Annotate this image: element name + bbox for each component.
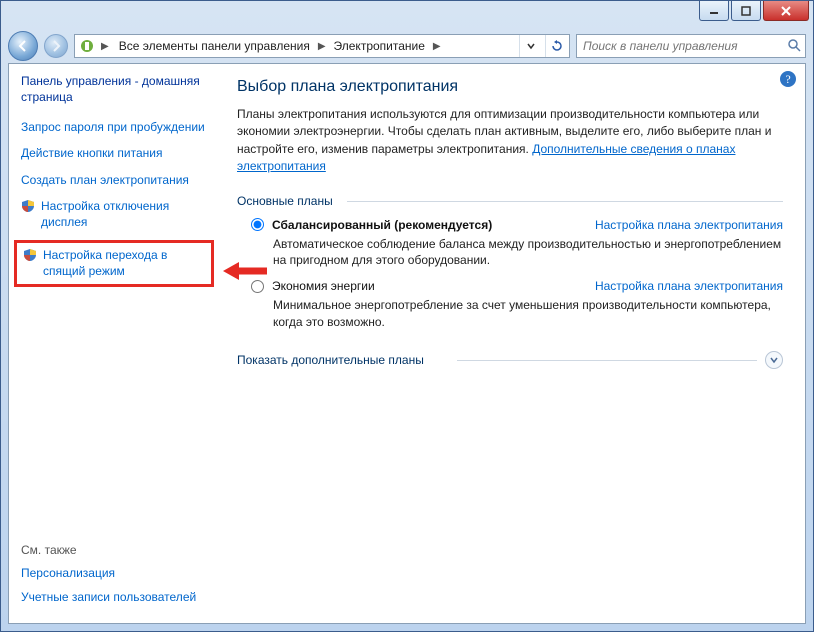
breadcrumb-item-power[interactable]: Электропитание — [330, 37, 429, 55]
expand-additional-plans[interactable]: Показать дополнительные планы — [237, 351, 783, 369]
refresh-button[interactable] — [545, 35, 567, 57]
nav-back-button[interactable] — [8, 31, 38, 61]
svg-text:?: ? — [785, 72, 790, 86]
sidebar-title[interactable]: Панель управления - домашняя страница — [21, 74, 207, 105]
page-title: Выбор плана электропитания — [237, 78, 783, 96]
sidebar-link-power-button[interactable]: Действие кнопки питания — [21, 145, 207, 161]
page-description: Планы электропитания используются для оп… — [237, 106, 783, 176]
plan-balanced-settings-link[interactable]: Настройка плана электропитания — [595, 218, 783, 232]
seealso-heading: См. также — [21, 543, 207, 557]
search-input[interactable] — [581, 38, 787, 54]
plan-balanced-radio[interactable] — [251, 218, 264, 231]
shield-icon — [21, 199, 35, 213]
plan-saver-radio[interactable] — [251, 280, 264, 293]
sidebar-link-create-plan[interactable]: Создать план электропитания — [21, 172, 207, 188]
expand-label: Показать дополнительные планы — [237, 353, 424, 367]
highlighted-sidebar-item: Настройка перехода в спящий режим — [14, 240, 214, 286]
sidebar: Панель управления - домашняя страница За… — [9, 64, 219, 623]
chevron-down-icon — [765, 351, 783, 369]
help-icon[interactable]: ? — [779, 70, 797, 88]
sidebar-link-display-off[interactable]: Настройка отключения дисплея — [41, 198, 207, 230]
chevron-right-icon: ▶ — [99, 41, 111, 52]
titlebar — [1, 1, 813, 29]
shield-icon — [23, 248, 37, 262]
section-main-plans: Основные планы — [237, 194, 783, 208]
navbar: ▶ Все элементы панели управления ▶ Элект… — [8, 29, 806, 63]
chevron-right-icon: ▶ — [431, 41, 443, 52]
address-bar[interactable]: ▶ Все элементы панели управления ▶ Элект… — [74, 34, 570, 58]
maximize-button[interactable] — [731, 1, 761, 21]
plan-saver-desc: Минимальное энергопотребление за счет ум… — [273, 297, 783, 331]
plan-balanced-desc: Автоматическое соблюдение баланса между … — [273, 236, 783, 270]
sidebar-link-wake-password[interactable]: Запрос пароля при пробуждении — [21, 119, 207, 135]
plan-saver-settings-link[interactable]: Настройка плана электропитания — [595, 279, 783, 293]
search-icon — [787, 38, 801, 55]
seealso-personalization[interactable]: Персонализация — [21, 565, 207, 581]
plan-balanced-name: Сбалансированный (рекомендуется) — [272, 218, 492, 232]
seealso-user-accounts[interactable]: Учетные записи пользователей — [21, 589, 207, 605]
content-area: Панель управления - домашняя страница За… — [8, 63, 806, 624]
breadcrumb-item-all[interactable]: Все элементы панели управления — [115, 37, 314, 55]
close-button[interactable] — [763, 1, 809, 21]
plan-saver-name: Экономия энергии — [272, 279, 375, 293]
sidebar-link-sleep-mode[interactable]: Настройка перехода в спящий режим — [43, 247, 205, 279]
plan-saver: Экономия энергии Настройка плана электро… — [251, 279, 783, 331]
chevron-right-icon: ▶ — [316, 41, 328, 52]
breadcrumb: Все элементы панели управления ▶ Электро… — [115, 37, 515, 55]
search-box[interactable] — [576, 34, 806, 58]
main-panel: ? Выбор плана электропитания Планы элект… — [219, 64, 805, 623]
address-dropdown[interactable] — [519, 35, 541, 57]
nav-forward-button[interactable] — [44, 34, 68, 58]
window-frame: ▶ Все элементы панели управления ▶ Элект… — [0, 0, 814, 632]
minimize-button[interactable] — [699, 1, 729, 21]
plan-balanced: Сбалансированный (рекомендуется) Настрой… — [251, 218, 783, 270]
control-panel-icon — [79, 38, 95, 54]
